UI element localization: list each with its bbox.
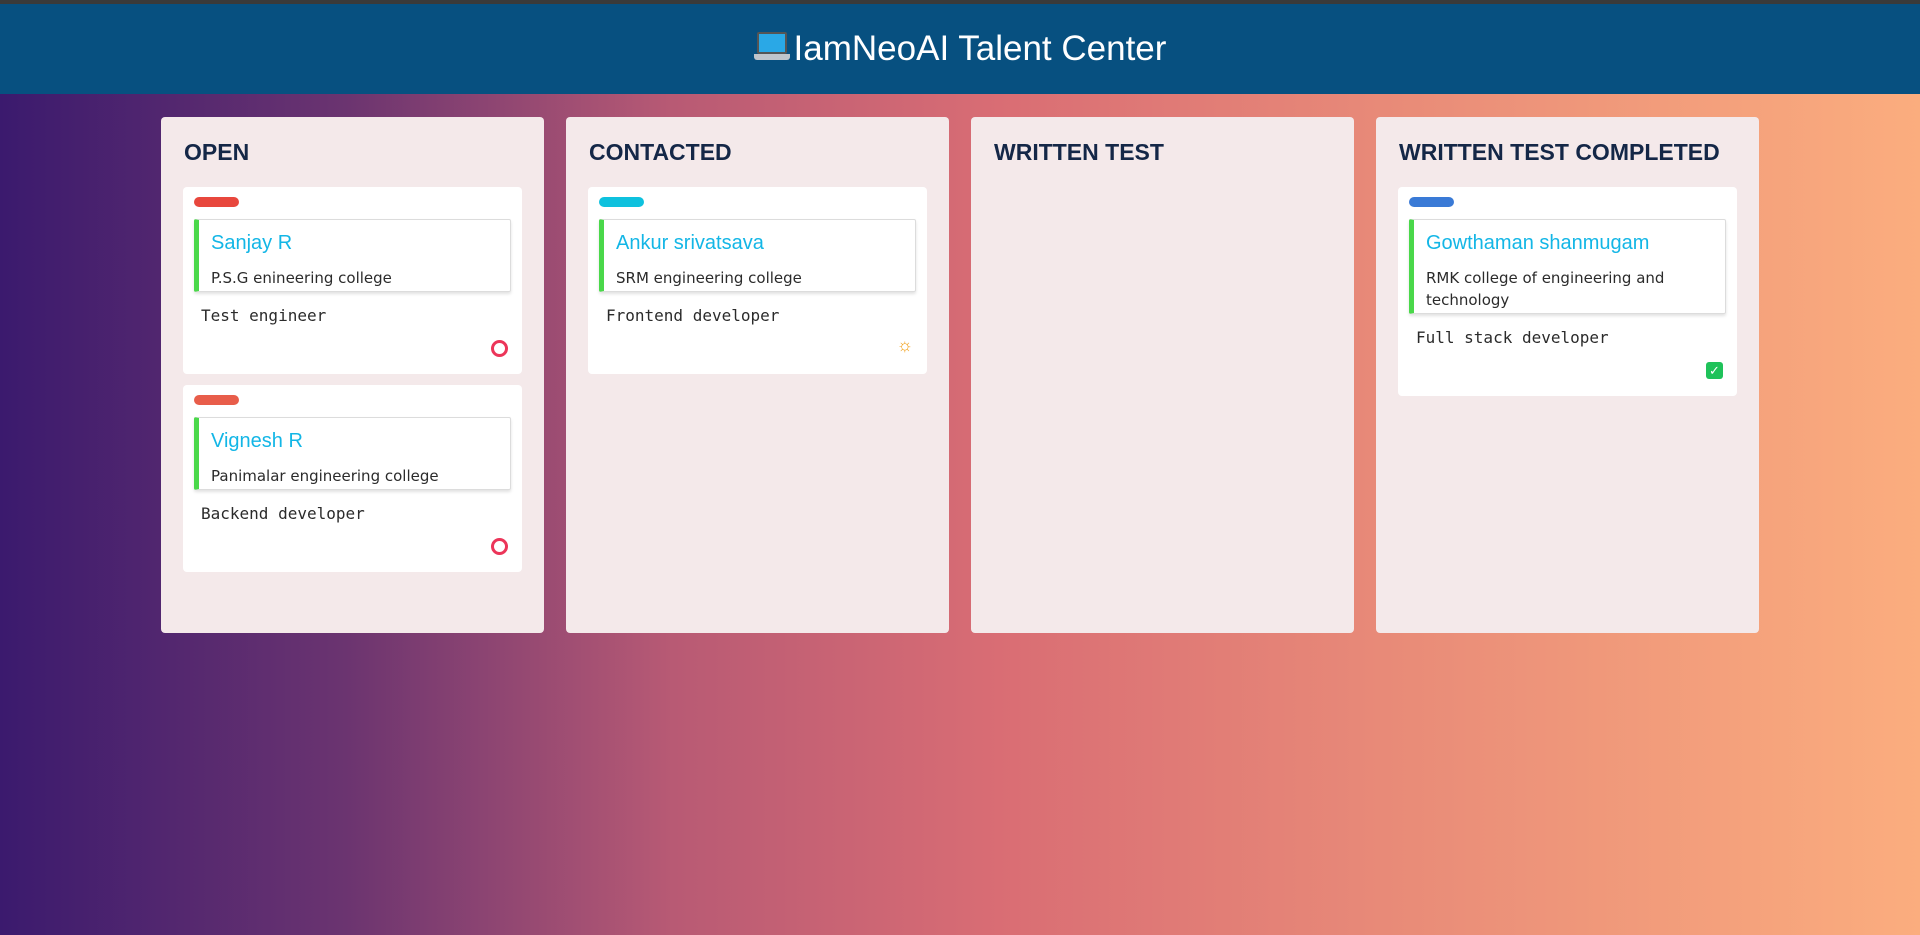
checkbox-icon[interactable]: ✓ bbox=[1706, 362, 1723, 379]
priority-tag bbox=[599, 197, 644, 207]
candidate-card[interactable]: Vignesh R Panimalar engineering college … bbox=[183, 385, 522, 572]
candidate-role: Backend developer bbox=[201, 504, 365, 523]
candidate-info: Ankur srivatsava SRM engineering college bbox=[599, 219, 916, 292]
column-title: WRITTEN TEST bbox=[994, 139, 1164, 165]
laptop-icon bbox=[753, 32, 790, 62]
candidate-name[interactable]: Ankur srivatsava bbox=[616, 232, 903, 255]
candidate-college: RMK college of engineering and technolog… bbox=[1426, 269, 1665, 309]
column-contacted: CONTACTED Ankur srivatsava SRM engineeri… bbox=[566, 117, 949, 633]
candidate-card[interactable]: Gowthaman shanmugam RMK college of engin… bbox=[1398, 187, 1737, 396]
app-title: IamNeoAI Talent Center bbox=[793, 29, 1167, 68]
column-written-test-completed: WRITTEN TEST COMPLETED Gowthaman shanmug… bbox=[1376, 117, 1759, 633]
circle-icon[interactable] bbox=[491, 340, 508, 357]
candidate-card[interactable]: Sanjay R P.S.G enineering college Test e… bbox=[183, 187, 522, 374]
candidate-name[interactable]: Gowthaman shanmugam bbox=[1426, 232, 1713, 255]
column-open: OPEN Sanjay R P.S.G enineering college T… bbox=[161, 117, 544, 633]
column-title: CONTACTED bbox=[589, 139, 732, 165]
candidate-info: Vignesh R Panimalar engineering college bbox=[194, 417, 511, 490]
priority-tag bbox=[194, 197, 239, 207]
sun-icon[interactable]: ☼ bbox=[897, 336, 914, 354]
candidate-name[interactable]: Vignesh R bbox=[211, 430, 498, 453]
circle-icon[interactable] bbox=[491, 538, 508, 555]
column-title: WRITTEN TEST COMPLETED bbox=[1399, 139, 1720, 165]
priority-tag bbox=[1409, 197, 1454, 207]
candidate-role: Frontend developer bbox=[606, 306, 780, 325]
priority-tag bbox=[194, 395, 239, 405]
candidate-college: SRM engineering college bbox=[616, 269, 802, 287]
candidate-college: P.S.G enineering college bbox=[211, 269, 392, 287]
candidate-card[interactable]: Ankur srivatsava SRM engineering college… bbox=[588, 187, 927, 374]
kanban-board: OPEN Sanjay R P.S.G enineering college T… bbox=[161, 117, 1759, 633]
candidate-name[interactable]: Sanjay R bbox=[211, 232, 498, 255]
candidate-role: Full stack developer bbox=[1416, 328, 1609, 347]
column-title: OPEN bbox=[184, 139, 250, 165]
app-header: IamNeoAI Talent Center bbox=[0, 4, 1920, 94]
column-written-test: WRITTEN TEST bbox=[971, 117, 1354, 633]
candidate-college: Panimalar engineering college bbox=[211, 467, 439, 485]
candidate-role: Test engineer bbox=[201, 306, 327, 325]
candidate-info: Sanjay R P.S.G enineering college bbox=[194, 219, 511, 292]
candidate-info: Gowthaman shanmugam RMK college of engin… bbox=[1409, 219, 1726, 314]
